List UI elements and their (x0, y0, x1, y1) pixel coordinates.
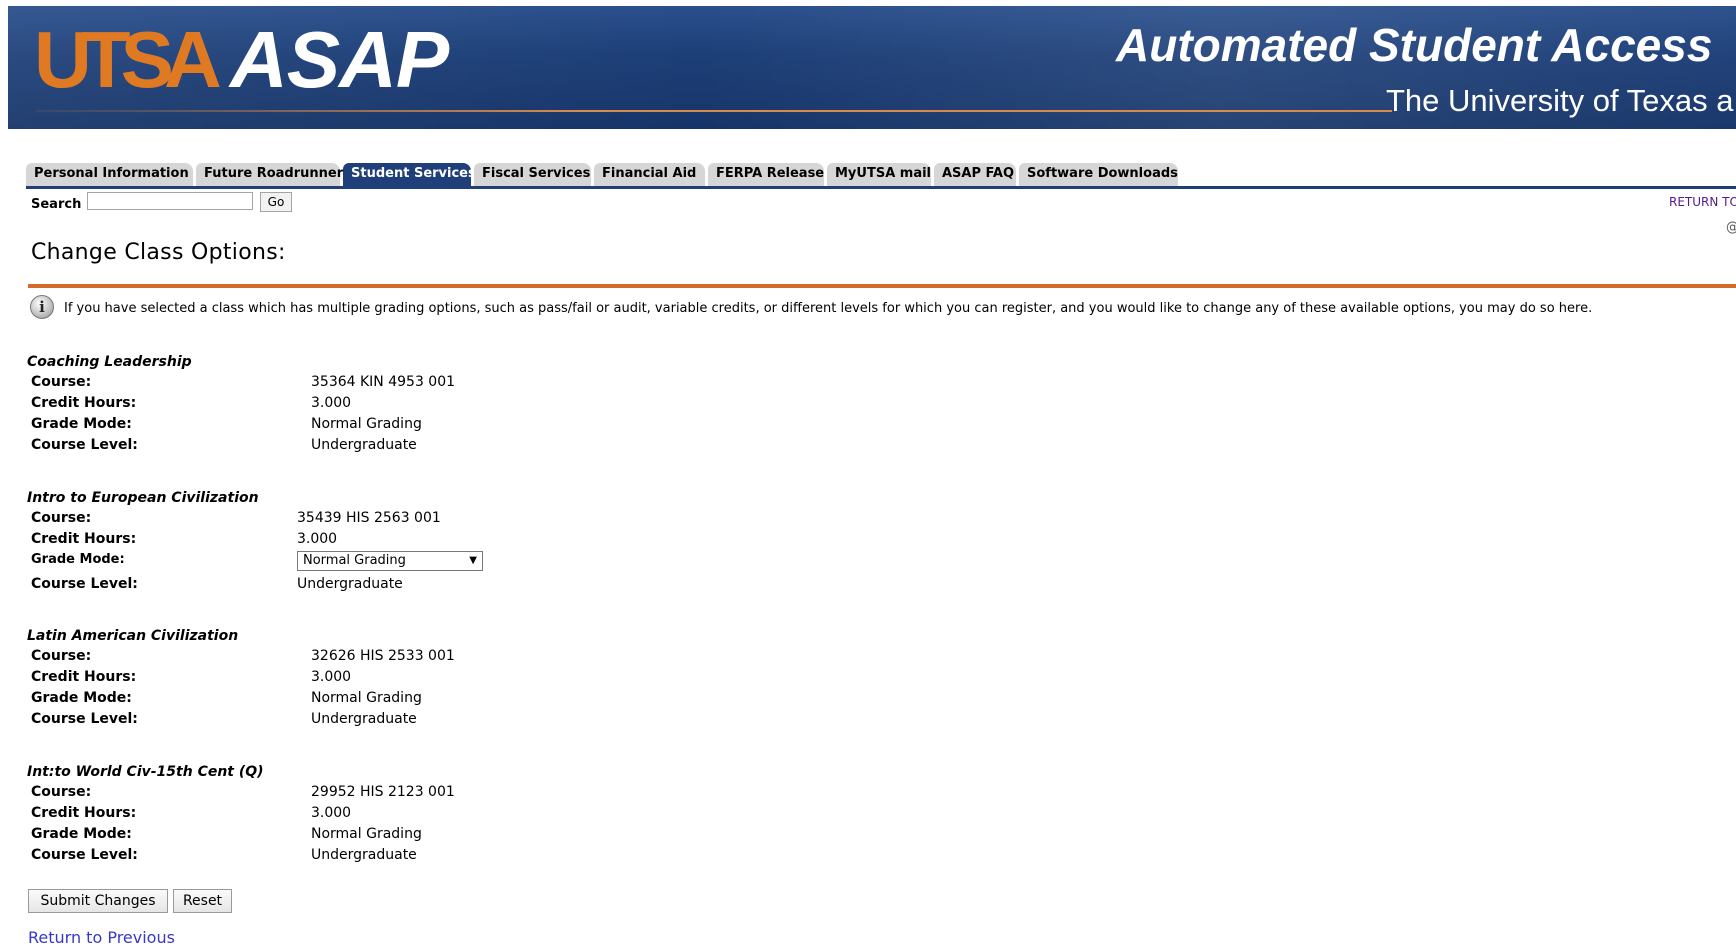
credit-hours-label: Credit Hours: (31, 531, 137, 547)
tab-underline (26, 186, 1736, 189)
main-tabs: Personal Information Future Roadrunner S… (26, 163, 1736, 186)
class-title: Intro to European Civilization (27, 490, 259, 506)
tab-personal-information[interactable]: Personal Information (26, 163, 193, 186)
course-label: Course: (31, 510, 92, 526)
course-level-label: Course Level: (31, 576, 138, 592)
course-level-label: Course Level: (31, 847, 138, 863)
tab-student-services[interactable]: Student Services (343, 163, 476, 186)
banner-divider (36, 110, 1392, 112)
tab-future-roadrunner[interactable]: Future Roadrunner (196, 163, 343, 186)
search-input[interactable] (87, 192, 253, 210)
grade-mode-value: Normal Grading (311, 690, 422, 706)
course-level-value: Undergraduate (311, 847, 417, 863)
grade-mode-label: Grade Mode: (31, 690, 132, 706)
credit-hours-value: 3.000 (297, 531, 338, 547)
header-banner: UTSA ASAP Automated Student Access The U… (8, 6, 1736, 129)
banner-subtitle: The University of Texas a (1386, 83, 1734, 118)
grade-mode-value: Normal Grading (311, 826, 422, 842)
credit-hours-label: Credit Hours: (31, 669, 137, 685)
search-label: Search (31, 197, 82, 212)
course-level-label: Course Level: (31, 437, 138, 453)
course-label: Course: (31, 374, 92, 390)
tab-myutsa-mail[interactable]: MyUTSA mail (827, 163, 931, 186)
title-divider (28, 284, 1736, 288)
tab-fiscal-services[interactable]: Fiscal Services (474, 163, 591, 186)
credit-hours-value: 3.000 (311, 395, 352, 411)
info-text: If you have selected a class which has m… (64, 301, 1593, 316)
course-value: 32626 HIS 2533 001 (311, 648, 455, 664)
search-go-button[interactable]: Go (260, 192, 292, 212)
course-label: Course: (31, 784, 92, 800)
credit-hours-value: 3.000 (311, 669, 352, 685)
class-title: Latin American Civilization (27, 628, 239, 644)
class-title: Int:to World Civ-15th Cent (Q) (27, 764, 264, 780)
course-value: 35364 KIN 4953 001 (311, 374, 456, 390)
chevron-down-icon: ▼ (469, 555, 477, 566)
course-level-label: Course Level: (31, 711, 138, 727)
course-level-value: Undergraduate (311, 711, 417, 727)
page-frame: UTSA ASAP Automated Student Access The U… (8, 6, 1736, 945)
return-to-previous-link[interactable]: Return to Previous (28, 928, 175, 945)
return-to-menu-link[interactable]: RETURN TO (1669, 195, 1736, 209)
course-level-value: Undergraduate (311, 437, 417, 453)
tab-financial-aid[interactable]: Financial Aid (594, 163, 705, 186)
banner-title: Automated Student Access (1116, 19, 1713, 71)
credit-hours-value: 3.000 (311, 805, 352, 821)
course-value: 29952 HIS 2123 001 (311, 784, 455, 800)
credit-hours-label: Credit Hours: (31, 805, 137, 821)
page-title: Change Class Options: (31, 240, 286, 265)
tab-ferpa-release[interactable]: FERPA Release (708, 163, 824, 186)
reset-button[interactable]: Reset (173, 889, 232, 913)
edge-glyph: @ (1726, 220, 1736, 235)
course-level-value: Undergraduate (297, 576, 403, 592)
submit-changes-button[interactable]: Submit Changes (28, 889, 168, 913)
grade-mode-label: Grade Mode: (31, 826, 132, 842)
course-value: 35439 HIS 2563 001 (297, 510, 441, 526)
credit-hours-label: Credit Hours: (31, 395, 137, 411)
grade-mode-selected: Normal Grading (303, 553, 406, 568)
tab-software-downloads[interactable]: Software Downloads (1019, 163, 1178, 186)
class-title: Coaching Leadership (27, 354, 192, 370)
grade-mode-value: Normal Grading (311, 416, 422, 432)
course-label: Course: (31, 648, 92, 664)
asap-logo: ASAP (230, 15, 449, 104)
info-icon: i (30, 295, 54, 319)
tab-asap-faq[interactable]: ASAP FAQ (934, 163, 1016, 186)
utsa-logo: UTSA (34, 15, 222, 104)
grade-mode-select[interactable]: Normal Grading ▼ (297, 551, 483, 571)
grade-mode-label: Grade Mode: (31, 552, 125, 567)
grade-mode-label: Grade Mode: (31, 416, 132, 432)
